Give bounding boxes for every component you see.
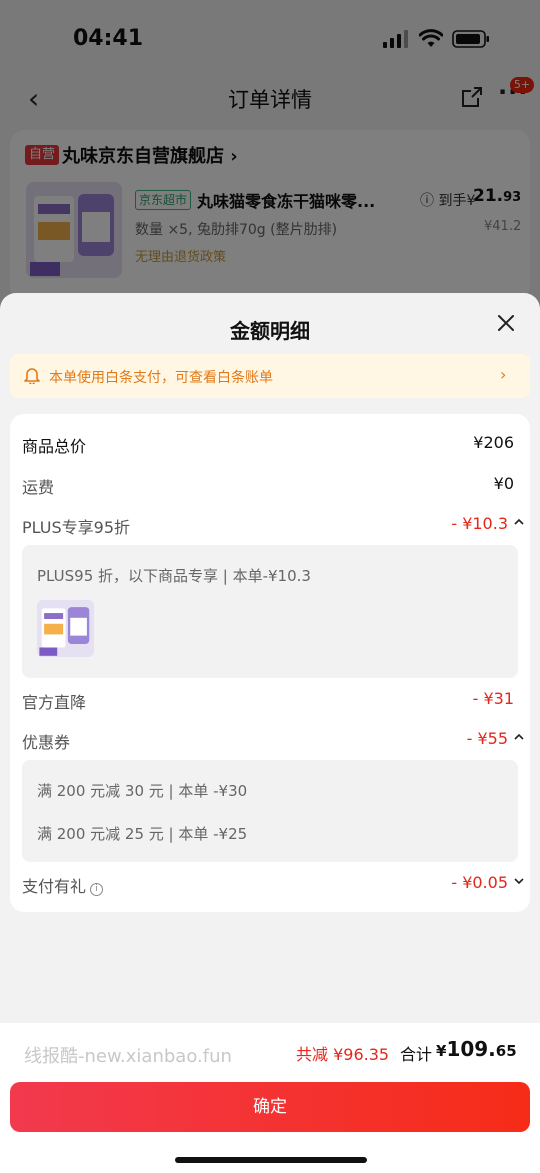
plus-value: - ¥10.3 [451,514,508,533]
paygift-label-text: 支付有礼 [22,877,87,896]
chevron-down-icon [514,878,524,885]
total-saved: 共减 ¥96.35 [296,1045,390,1064]
info-icon[interactable]: i [90,883,104,896]
total-label: 商品总价 [22,437,87,456]
total-dec: 65 [495,1042,517,1060]
watermark-text: 线报酷-new.xianbao.fun [24,1046,232,1067]
chevron-up-icon [514,518,524,525]
home-indicator [175,1157,367,1163]
shipping-label: 运费 [22,478,55,497]
paygift-value: - ¥0.05 [451,873,508,892]
shipping-value: ¥0 [493,474,514,493]
product-image-icon [37,600,94,657]
coupon-line: 满 200 元减 30 元 | 本单 -¥30 [37,782,248,800]
confirm-button[interactable]: 确定 [10,1082,530,1132]
coupon-line: 满 200 元减 25 元 | 本单 -¥25 [37,825,248,843]
row-coupon[interactable]: 优惠券 - ¥55 [22,729,524,753]
plus-product-thumbnail[interactable] [37,600,94,657]
row-plus-discount[interactable]: PLUS专享95折 - ¥10.3 [22,514,524,538]
coupon-value: - ¥55 [466,729,508,748]
chevron-right-icon: › [500,365,507,384]
banner-text: 本单使用白条支付，可查看白条账单 [49,370,273,386]
chevron-up-icon [514,733,524,740]
plus-detail-panel: PLUS95 折，以下商品专享 | 本单-¥10.3 [22,545,518,678]
total-int: 109. [446,1037,496,1061]
baitiao-banner[interactable]: 本单使用白条支付，可查看白条账单 › [10,354,530,398]
official-label: 官方直降 [22,693,87,712]
price-breakdown-card: 商品总价 ¥206 运费 ¥0 PLUS专享95折 - ¥10.3 PLUS95… [10,414,530,912]
plus-label: PLUS专享95折 [22,518,130,537]
total-currency: ¥ [436,1042,447,1060]
total-value: ¥206 [473,433,514,452]
row-shipping: 运费 ¥0 [22,474,518,498]
plus-detail-text: PLUS95 折，以下商品专享 | 本单-¥10.3 [37,567,311,585]
paygift-label: 支付有礼 i [22,873,104,897]
bell-icon [24,368,40,384]
coupon-detail-panel: 满 200 元减 30 元 | 本单 -¥30 满 200 元减 25 元 | … [22,760,518,862]
sheet-title: 金额明细 [230,319,310,343]
row-pay-gift[interactable]: 支付有礼 i - ¥0.05 [22,873,524,897]
official-value: - ¥31 [472,689,514,708]
coupon-label: 优惠券 [22,733,71,752]
sheet-footer: 线报酷-new.xianbao.fun 共减 ¥96.35 合计 ¥109.65… [0,1023,540,1173]
row-official-discount: 官方直降 - ¥31 [22,689,518,713]
total-amount: ¥109.65 [436,1037,517,1061]
total-label: 合计 [400,1045,433,1064]
row-total: 商品总价 ¥206 [22,433,518,457]
close-icon[interactable] [494,311,518,335]
